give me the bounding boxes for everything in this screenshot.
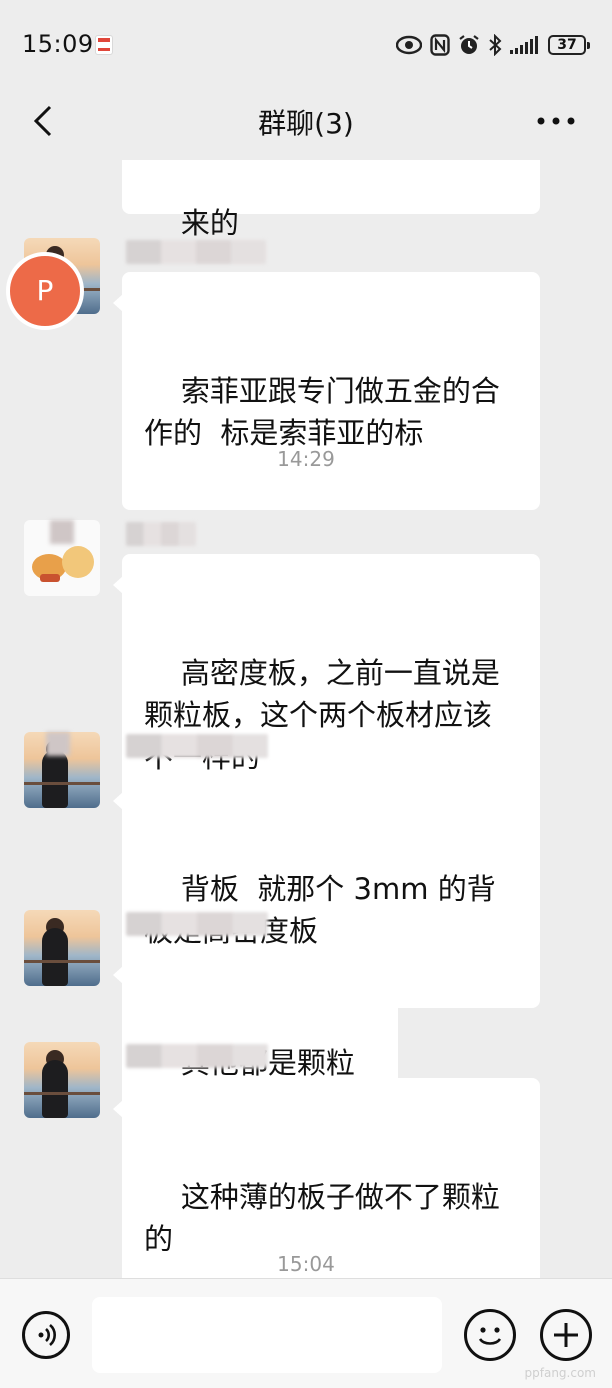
timestamp: 14:29 bbox=[277, 447, 335, 471]
emoji-icon bbox=[478, 1327, 502, 1345]
chat-area[interactable]: 来的 P 索菲亚跟专门做五金的合作的 标是索菲亚的标 14:29 高密度板，之前… bbox=[0, 160, 612, 1278]
floating-user-avatar[interactable]: P bbox=[6, 252, 84, 330]
add-button[interactable] bbox=[540, 1309, 592, 1361]
chat-title: 群聊(3) bbox=[258, 107, 354, 140]
timestamp: 15:04 bbox=[277, 1252, 335, 1276]
more-icon[interactable] bbox=[536, 116, 576, 126]
avatar-mosaic bbox=[46, 732, 70, 756]
message-bubble[interactable]: 这种薄的板子做不了颗粒的 bbox=[113, 1078, 540, 1278]
message-text: 来的 bbox=[180, 206, 239, 240]
notification-app-icon bbox=[95, 35, 113, 55]
signal-icon bbox=[510, 36, 538, 54]
message-bubble[interactable]: 来的 bbox=[122, 160, 540, 240]
message-input[interactable] bbox=[92, 1297, 442, 1373]
emoji-button[interactable] bbox=[464, 1309, 516, 1361]
sender-name bbox=[126, 912, 268, 936]
status-icons: 37 bbox=[396, 32, 590, 58]
bluetooth-icon bbox=[489, 34, 502, 56]
voice-button[interactable] bbox=[22, 1311, 70, 1359]
watermark: ppfang.com bbox=[524, 1366, 596, 1380]
sender-name bbox=[126, 734, 268, 758]
sender-name bbox=[126, 240, 266, 264]
message-text: 背板 就那个 3mm 的背板是高密度板 bbox=[144, 872, 496, 948]
plus-icon bbox=[554, 1323, 578, 1347]
eye-icon bbox=[396, 35, 422, 55]
alarm-icon bbox=[459, 35, 479, 54]
message-text: 这种薄的板子做不了颗粒的 bbox=[144, 1180, 500, 1256]
avatar[interactable] bbox=[24, 910, 100, 986]
voice-icon bbox=[38, 1324, 56, 1346]
nav-bar: 群聊(3) bbox=[0, 90, 612, 160]
nfc-icon bbox=[430, 34, 450, 56]
sender-name bbox=[126, 1044, 268, 1068]
avatar[interactable] bbox=[24, 1042, 100, 1118]
sender-name bbox=[126, 522, 196, 546]
message-bubble[interactable]: 索菲亚跟专门做五金的合作的 标是索菲亚的标 bbox=[113, 272, 540, 510]
status-bar: 15:09 37 bbox=[0, 0, 612, 90]
message-text: 索菲亚跟专门做五金的合作的 标是索菲亚的标 bbox=[144, 374, 500, 450]
status-time: 15:09 bbox=[22, 30, 94, 58]
avatar-mosaic bbox=[50, 520, 74, 544]
input-bar: ppfang.com bbox=[0, 1278, 612, 1388]
battery-icon: 37 bbox=[548, 35, 590, 55]
